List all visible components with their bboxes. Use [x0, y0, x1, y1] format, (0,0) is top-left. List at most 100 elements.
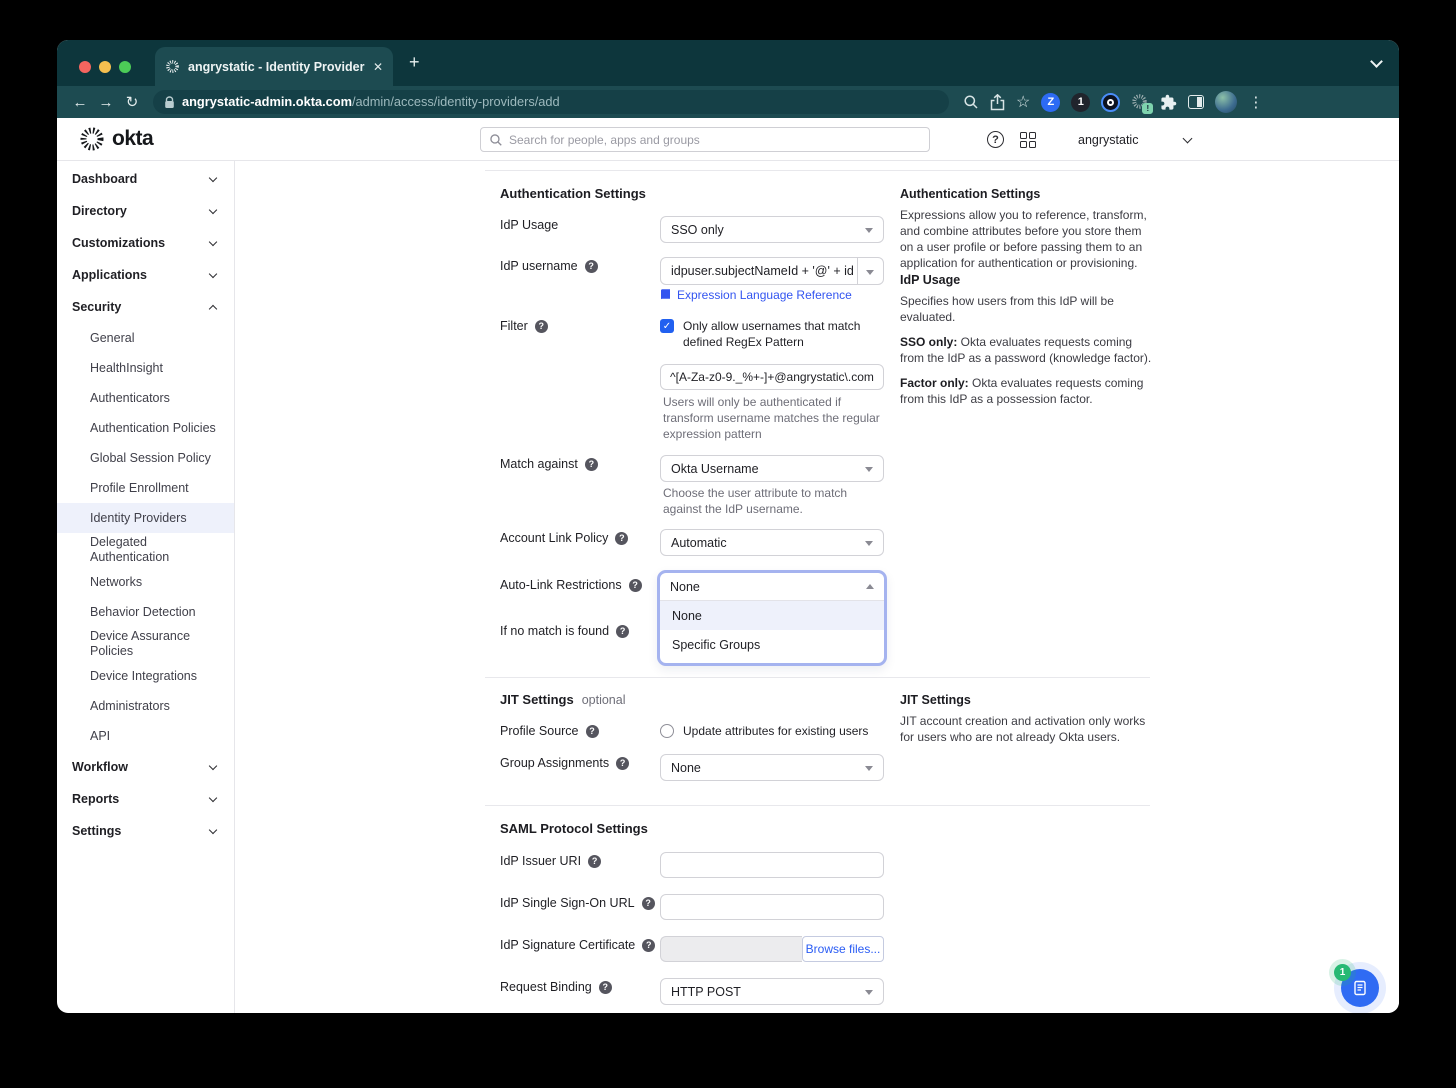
browser-tab[interactable]: angrystatic - Identity Providers ✕	[155, 47, 393, 86]
account-name[interactable]: angrystatic	[1078, 133, 1138, 147]
help-icon[interactable]: ?	[616, 757, 629, 770]
onepassword-extension-icon[interactable]: 1	[1071, 93, 1090, 112]
new-tab-button[interactable]: +	[409, 52, 420, 73]
regex-field[interactable]	[660, 364, 884, 390]
sidebar-item-customizations[interactable]: Customizations	[57, 227, 234, 259]
sidebar-item-dashboard[interactable]: Dashboard	[57, 163, 234, 195]
idp-issuer-uri-input[interactable]	[660, 852, 884, 878]
auto-link-selected-value[interactable]: None	[660, 573, 884, 601]
sidebar-item-label: Authenticators	[90, 391, 170, 406]
sidebar-item-general[interactable]: General	[57, 323, 234, 353]
sidebar-item-global-session-policy[interactable]: Global Session Policy	[57, 443, 234, 473]
document-icon	[1352, 980, 1368, 996]
sidebar-item-profile-enrollment[interactable]: Profile Enrollment	[57, 473, 234, 503]
header-right: ? angrystatic	[987, 118, 1191, 161]
sidebar-item-workflow[interactable]: Workflow	[57, 751, 234, 783]
sidebar-item-identity-providers[interactable]: Identity Providers	[57, 503, 234, 533]
sidebar-item-reports[interactable]: Reports	[57, 783, 234, 815]
help-icon[interactable]: ?	[585, 260, 598, 273]
close-window-button[interactable]	[79, 61, 91, 73]
sidebar-item-label: Directory	[72, 204, 127, 218]
help-icon[interactable]: ?	[535, 320, 548, 333]
checked-checkbox-icon[interactable]: ✓	[660, 319, 674, 333]
sidebar-item-api[interactable]: API	[57, 721, 234, 751]
sidebar-item-authentication-policies[interactable]: Authentication Policies	[57, 413, 234, 443]
help-icon[interactable]: ?	[642, 897, 655, 910]
browse-files-button[interactable]: Browse files...	[802, 936, 884, 962]
help-icon[interactable]: ?	[585, 458, 598, 471]
account-link-policy-select[interactable]: Automatic	[660, 529, 884, 556]
expression-language-link[interactable]: Expression Language Reference	[660, 288, 884, 302]
auto-link-restrictions-combobox[interactable]: None NoneSpecific Groups	[657, 570, 887, 666]
regex-input[interactable]	[660, 364, 884, 390]
group-assignments-select[interactable]: None	[660, 754, 884, 781]
help-icon[interactable]: ?	[987, 131, 1004, 148]
back-icon[interactable]: ←	[67, 94, 93, 111]
help-icon[interactable]: ?	[586, 725, 599, 738]
okta-plugin-icon[interactable]: !	[1131, 93, 1149, 111]
idp-username-select[interactable]: idpuser.subjectNameId + '@' + idpuser.su	[660, 257, 884, 285]
sidebar-item-device-assurance-policies[interactable]: Device Assurance Policies	[57, 627, 234, 661]
sidebar-item-security[interactable]: Security	[57, 291, 234, 323]
sidebar-item-device-integrations[interactable]: Device Integrations	[57, 661, 234, 691]
toolbar-extensions: ☆ Z 1 ! ⋮	[963, 91, 1263, 113]
search-icon[interactable]	[963, 94, 979, 110]
request-binding-select[interactable]: HTTP POST	[660, 978, 884, 1005]
sidebar-item-label: Global Session Policy	[90, 451, 211, 466]
reload-icon[interactable]: ↻	[119, 93, 145, 111]
auto-link-option-specific-groups[interactable]: Specific Groups	[660, 630, 884, 659]
side-panel-icon[interactable]	[1188, 95, 1204, 109]
profile-avatar[interactable]	[1215, 91, 1237, 113]
sidebar-item-administrators[interactable]: Administrators	[57, 691, 234, 721]
sidebar-item-networks[interactable]: Networks	[57, 567, 234, 597]
sidebar-item-settings[interactable]: Settings	[57, 815, 234, 847]
saml-settings-heading: SAML Protocol Settings	[500, 821, 648, 836]
unchecked-checkbox-icon[interactable]	[660, 724, 674, 738]
url-bar[interactable]: angrystatic-admin.okta.com/admin/access/…	[153, 90, 949, 114]
sidebar-item-label: General	[90, 331, 134, 346]
profile-source-checkbox-row[interactable]: Update attributes for existing users	[660, 723, 913, 739]
optional-label: optional	[582, 693, 626, 707]
sidebar-item-authenticators[interactable]: Authenticators	[57, 383, 234, 413]
idp-issuer-uri-field[interactable]	[660, 852, 884, 878]
sidebar-item-behavior-detection[interactable]: Behavior Detection	[57, 597, 234, 627]
help-icon[interactable]: ?	[642, 939, 655, 952]
sidebar-item-directory[interactable]: Directory	[57, 195, 234, 227]
z-extension-icon[interactable]: Z	[1041, 93, 1060, 112]
browser-menu-icon[interactable]: ⋮	[1248, 93, 1263, 111]
okta-logo[interactable]: okta	[79, 126, 153, 152]
apps-grid-icon[interactable]	[1020, 132, 1036, 148]
match-against-select[interactable]: Okta Username	[660, 455, 884, 482]
search-icon	[489, 133, 503, 147]
sidebar-item-label: Device Assurance Policies	[90, 629, 218, 659]
help-icon[interactable]: ?	[616, 625, 629, 638]
minimize-window-button[interactable]	[99, 61, 111, 73]
chevron-down-icon	[865, 228, 873, 233]
search-input[interactable]	[509, 133, 921, 147]
sidebar-item-delegated-authentication[interactable]: Delegated Authentication	[57, 533, 234, 567]
chevron-down-icon[interactable]	[1183, 133, 1193, 143]
forward-icon[interactable]: →	[93, 94, 119, 111]
help-usage-heading: IdP Usage	[900, 272, 1158, 288]
help-icon[interactable]: ?	[629, 579, 642, 592]
match-helper-text: Choose the user attribute to match again…	[663, 485, 881, 517]
global-search[interactable]	[480, 127, 930, 152]
idp-sso-url-input[interactable]	[660, 894, 884, 920]
share-icon[interactable]	[990, 94, 1005, 111]
sidebar-item-applications[interactable]: Applications	[57, 259, 234, 291]
help-icon[interactable]: ?	[615, 532, 628, 545]
chevron-down-icon[interactable]	[1370, 55, 1383, 68]
onepassword-account-icon[interactable]	[1101, 93, 1120, 112]
chevron-down-icon	[209, 826, 217, 834]
idp-usage-select[interactable]: SSO only	[660, 216, 884, 243]
filter-checkbox-row[interactable]: ✓ Only allow usernames that match define…	[660, 318, 888, 350]
bookmark-star-icon[interactable]: ☆	[1016, 92, 1030, 112]
sidebar-item-healthinsight[interactable]: HealthInsight	[57, 353, 234, 383]
help-icon[interactable]: ?	[588, 855, 601, 868]
extensions-puzzle-icon[interactable]	[1160, 94, 1177, 111]
tab-close-icon[interactable]: ✕	[373, 60, 383, 74]
zoom-window-button[interactable]	[119, 61, 131, 73]
help-icon[interactable]: ?	[599, 981, 612, 994]
idp-sso-url-field[interactable]	[660, 894, 884, 920]
auto-link-option-none[interactable]: None	[660, 601, 884, 630]
